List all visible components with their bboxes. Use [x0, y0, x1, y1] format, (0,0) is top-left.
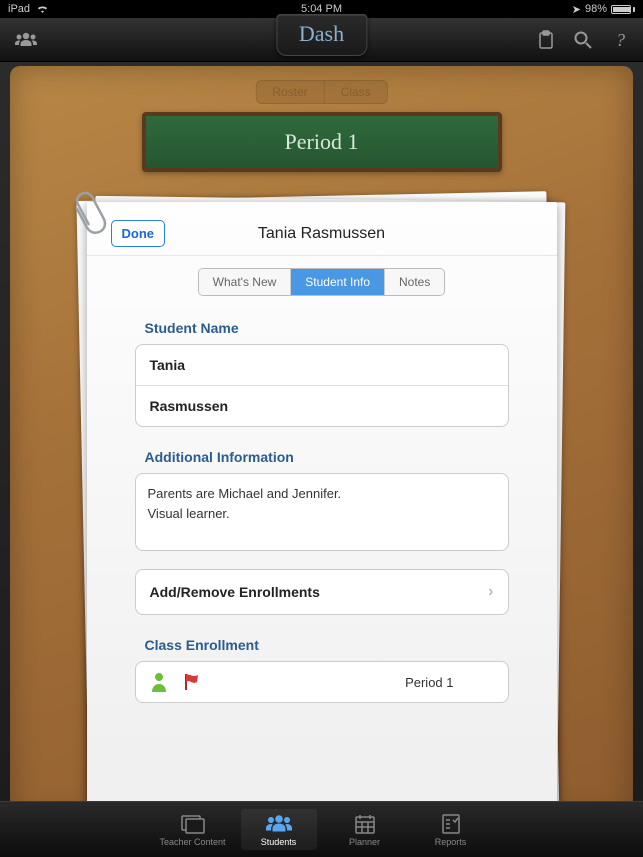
class-enrollment-label: Class Enrollment [145, 637, 509, 653]
people-icon[interactable] [14, 31, 38, 49]
search-icon[interactable] [573, 30, 593, 50]
last-name-field[interactable]: Rasmussen [136, 386, 508, 426]
main-frame: Roster Class Period 1 Done Tania Rasmuss… [0, 62, 643, 819]
roster-class-segment: Roster Class [255, 80, 387, 104]
enroll-period-label: Period 1 [405, 675, 453, 690]
tabbar-planner[interactable]: Planner [327, 809, 403, 850]
app-toolbar: Dash ? [0, 18, 643, 62]
tabbar-label: Planner [349, 837, 380, 847]
first-name-field[interactable]: Tania [136, 345, 508, 386]
flag-icon [182, 672, 202, 692]
segment-class[interactable]: Class [325, 81, 387, 103]
tabbar-label: Students [261, 837, 297, 847]
divider [87, 255, 557, 256]
class-enrollment-row[interactable]: Period 1 [135, 661, 509, 703]
tab-student-info[interactable]: Student Info [291, 269, 385, 295]
students-icon [264, 813, 294, 835]
tabbar-students[interactable]: Students [241, 809, 317, 850]
wifi-icon [36, 4, 49, 14]
chalkboard-title: Period 1 [142, 112, 502, 172]
segment-roster[interactable]: Roster [256, 81, 324, 103]
bottom-tab-bar: Teacher Content Students Planner Reports [0, 801, 643, 857]
battery-icon [611, 5, 635, 14]
done-button[interactable]: Done [111, 220, 166, 247]
student-name-label: Student Name [145, 320, 509, 336]
chevron-right-icon: › [488, 583, 493, 601]
reports-icon [439, 813, 463, 835]
additional-info-text[interactable]: Parents are Michael and Jennifer. Visual… [135, 473, 509, 551]
tabbar-label: Reports [435, 837, 467, 847]
svg-text:?: ? [616, 30, 625, 50]
app-title-tab: Dash [276, 14, 367, 56]
add-remove-enrollments-row[interactable]: Add/Remove Enrollments › [135, 569, 509, 615]
student-sheet: Done Tania Rasmussen What's New Student … [87, 202, 557, 822]
sheet-tabs: What's New Student Info Notes [198, 268, 446, 296]
teacher-content-icon [180, 813, 206, 835]
tab-whats-new[interactable]: What's New [199, 269, 292, 295]
tabbar-reports[interactable]: Reports [413, 809, 489, 850]
tabbar-teacher-content[interactable]: Teacher Content [155, 809, 231, 850]
tab-notes[interactable]: Notes [385, 269, 444, 295]
battery-pct: 98% [585, 3, 607, 15]
device-label: iPad [8, 3, 30, 15]
sheet-title: Tania Rasmussen [111, 225, 533, 243]
person-icon [150, 672, 168, 692]
help-icon[interactable]: ? [611, 30, 629, 50]
additional-info-label: Additional Information [145, 449, 509, 465]
tabbar-label: Teacher Content [159, 837, 225, 847]
location-icon: ➤ [572, 3, 581, 16]
name-fields: Tania Rasmussen [135, 344, 509, 427]
enroll-link-label: Add/Remove Enrollments [150, 584, 320, 600]
clipboard-icon[interactable] [537, 30, 555, 50]
planner-icon [353, 813, 377, 835]
